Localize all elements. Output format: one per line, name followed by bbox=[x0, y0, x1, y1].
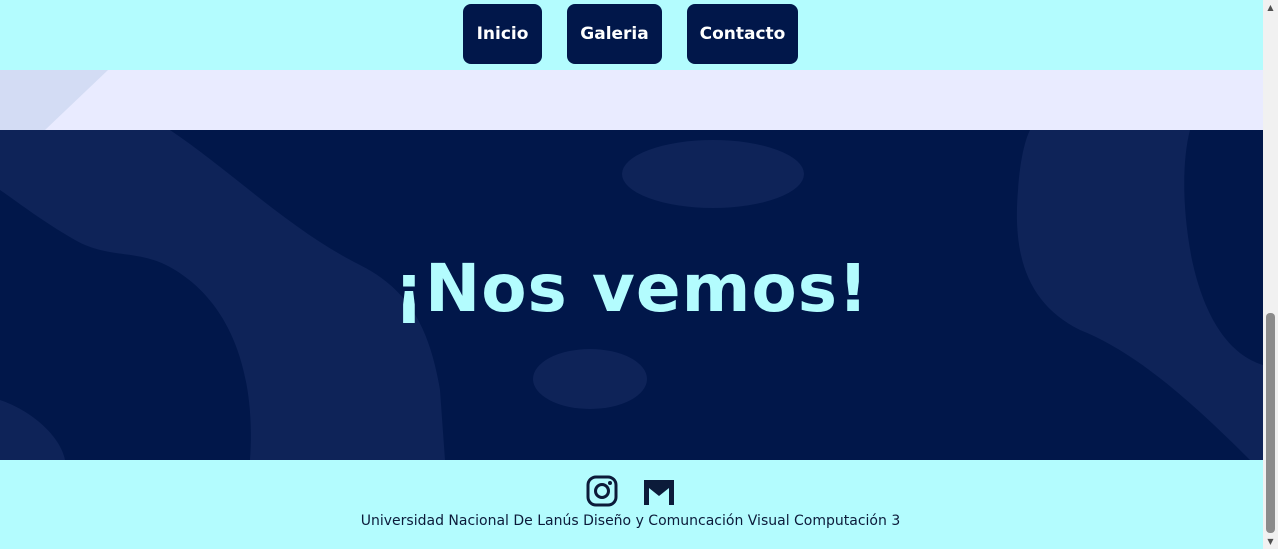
decorative-band bbox=[0, 70, 1263, 130]
vertical-scrollbar[interactable]: ▲ ▼ bbox=[1263, 0, 1278, 549]
hero-section: ¡Nos vemos! bbox=[0, 130, 1263, 460]
band-shape bbox=[0, 70, 108, 130]
instagram-link[interactable] bbox=[585, 474, 619, 508]
scroll-thumb[interactable] bbox=[1266, 313, 1275, 533]
mail-link[interactable] bbox=[641, 474, 675, 508]
top-nav: Inicio Galeria Contacto bbox=[0, 0, 1263, 70]
footer-credits: Universidad Nacional De Lanús Diseño y C… bbox=[360, 513, 901, 529]
footer: Universidad Nacional De Lanús Diseño y C… bbox=[0, 460, 1263, 549]
social-icons bbox=[585, 474, 675, 508]
scroll-down-icon[interactable]: ▼ bbox=[1263, 534, 1278, 549]
instagram-icon bbox=[586, 475, 618, 507]
hero-title: ¡Nos vemos! bbox=[393, 250, 870, 327]
mail-icon bbox=[644, 480, 674, 505]
scroll-up-icon[interactable]: ▲ bbox=[1263, 0, 1278, 15]
nav-galeria-button[interactable]: Galeria bbox=[567, 4, 662, 64]
nav-inicio-button[interactable]: Inicio bbox=[463, 4, 542, 64]
nav-contacto-button[interactable]: Contacto bbox=[687, 4, 798, 64]
